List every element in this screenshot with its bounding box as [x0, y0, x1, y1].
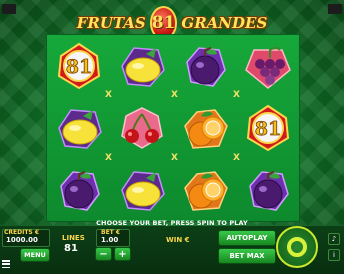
symbol-lemon-icon	[47, 97, 110, 159]
line-marker: X	[171, 90, 178, 100]
bet-label: BET €	[101, 229, 121, 236]
line-marker: X	[105, 90, 112, 100]
corner-tab-right	[328, 4, 342, 14]
symbol-plum-icon	[173, 35, 236, 97]
bet-max-button[interactable]: BET MAX	[218, 248, 276, 264]
symbol-81-icon: 81	[236, 97, 299, 159]
symbol-cherries-icon	[110, 97, 173, 159]
symbol-plum-icon	[47, 159, 110, 221]
symbol-lemon-icon	[110, 35, 173, 97]
credits-value: 1000.00	[6, 236, 38, 244]
symbol-orange-icon	[173, 159, 236, 221]
line-marker: X	[233, 153, 240, 163]
win-label: WIN €	[166, 236, 190, 244]
minus-icon: −	[99, 248, 108, 260]
autoplay-button[interactable]: AUTOPLAY	[218, 230, 276, 246]
bet-value: 1.00	[101, 236, 119, 244]
plus-icon: +	[118, 248, 127, 260]
credits-label: CREDITS €	[4, 229, 40, 236]
logo-word-right: GRANDES	[181, 14, 268, 32]
reel-column: 81	[47, 35, 110, 221]
hamburger-icon[interactable]	[2, 260, 10, 268]
line-marker: X	[233, 90, 240, 100]
line-marker: X	[171, 153, 178, 163]
lines-label: LINES	[62, 234, 85, 242]
reel-column: 81	[236, 35, 299, 221]
symbol-81-icon: 81	[47, 35, 110, 97]
bet-decrease-button[interactable]: −	[95, 247, 112, 261]
symbol-plum-icon	[236, 159, 299, 221]
info-icon[interactable]: i	[328, 249, 340, 261]
line-marker: X	[105, 153, 112, 163]
reel-column	[173, 35, 236, 221]
svg-text:81: 81	[254, 118, 280, 140]
corner-tab-left	[2, 4, 16, 14]
lines-value: 81	[64, 243, 78, 254]
symbol-lemon-icon	[110, 159, 173, 221]
reel-column	[110, 35, 173, 221]
logo-word-left: FRUTAS	[76, 14, 146, 32]
bet-increase-button[interactable]: +	[114, 247, 131, 261]
sound-icon[interactable]: ♪	[328, 233, 340, 245]
spin-icon	[287, 237, 307, 257]
reel-area: 81 81 X X X X X X	[46, 34, 300, 222]
svg-text:81: 81	[65, 56, 91, 78]
menu-button[interactable]: MENU	[20, 248, 50, 262]
symbol-orange-icon	[173, 97, 236, 159]
symbol-grapes-icon	[236, 35, 299, 97]
spin-button[interactable]	[276, 226, 318, 268]
